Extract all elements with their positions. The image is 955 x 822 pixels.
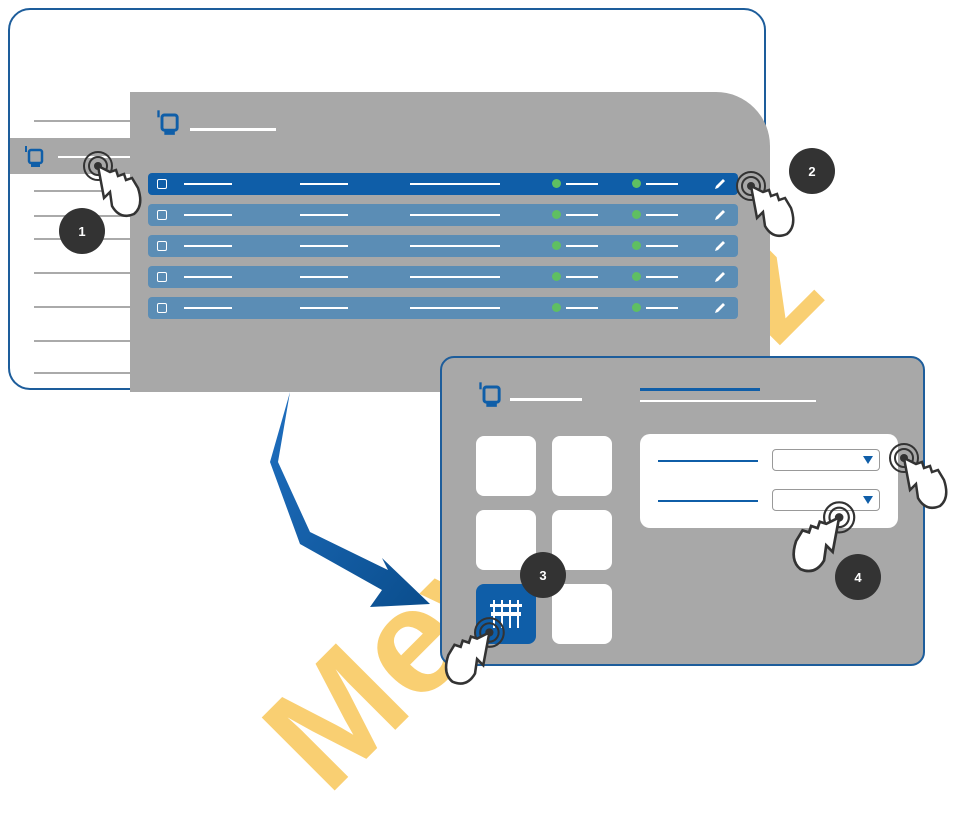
hand-tap-icon bbox=[736, 171, 795, 237]
status-dot bbox=[632, 179, 641, 188]
edit-pencil-icon[interactable] bbox=[712, 207, 728, 223]
sidebar-item[interactable] bbox=[34, 340, 130, 342]
row-checkbox[interactable] bbox=[157, 210, 167, 220]
device-icon bbox=[479, 382, 501, 407]
detail-subtitle bbox=[640, 400, 816, 402]
sidebar-item[interactable] bbox=[34, 272, 130, 274]
table-row[interactable] bbox=[148, 266, 738, 288]
status-dot bbox=[632, 272, 641, 281]
dropdown-arrow-icon bbox=[863, 456, 873, 464]
row-checkbox[interactable] bbox=[157, 303, 167, 313]
hand-tap-icon bbox=[792, 501, 856, 573]
status-dot bbox=[552, 210, 561, 219]
setting-label bbox=[658, 460, 758, 462]
tile[interactable] bbox=[552, 436, 612, 496]
table-row[interactable] bbox=[148, 235, 738, 257]
edit-pencil-icon[interactable] bbox=[712, 238, 728, 254]
device-icon bbox=[157, 110, 179, 135]
hand-tap-icon bbox=[889, 443, 948, 509]
detail-tab-active[interactable] bbox=[640, 388, 760, 391]
table-row[interactable] bbox=[148, 297, 738, 319]
sidebar-item[interactable] bbox=[34, 306, 130, 308]
status-dot bbox=[552, 272, 561, 281]
hand-tap-icon bbox=[444, 617, 505, 685]
hand-tap-icon bbox=[83, 151, 142, 217]
tile[interactable] bbox=[476, 436, 536, 496]
arrow-icon bbox=[270, 392, 430, 607]
status-dot bbox=[632, 241, 641, 250]
status-dot bbox=[552, 179, 561, 188]
edit-pencil-icon[interactable] bbox=[712, 269, 728, 285]
status-dot bbox=[632, 303, 641, 312]
row-checkbox[interactable] bbox=[157, 241, 167, 251]
table-row[interactable] bbox=[148, 204, 738, 226]
sidebar-item[interactable] bbox=[34, 372, 130, 374]
detail-title bbox=[510, 398, 582, 401]
device-icon bbox=[25, 146, 44, 167]
tile[interactable] bbox=[552, 584, 612, 644]
edit-pencil-icon[interactable] bbox=[712, 176, 728, 192]
dropdown-select[interactable] bbox=[772, 449, 880, 471]
setting-label bbox=[658, 500, 758, 502]
status-dot bbox=[552, 303, 561, 312]
table-row[interactable] bbox=[148, 173, 738, 195]
row-checkbox[interactable] bbox=[157, 272, 167, 282]
edit-pencil-icon[interactable] bbox=[712, 300, 728, 316]
status-dot bbox=[552, 241, 561, 250]
panel-title bbox=[190, 128, 276, 131]
status-dot bbox=[632, 210, 641, 219]
step-badge-3: 3 bbox=[520, 552, 566, 598]
sidebar-item[interactable] bbox=[34, 120, 130, 122]
dropdown-arrow-icon bbox=[863, 496, 873, 504]
row-checkbox[interactable] bbox=[157, 179, 167, 189]
